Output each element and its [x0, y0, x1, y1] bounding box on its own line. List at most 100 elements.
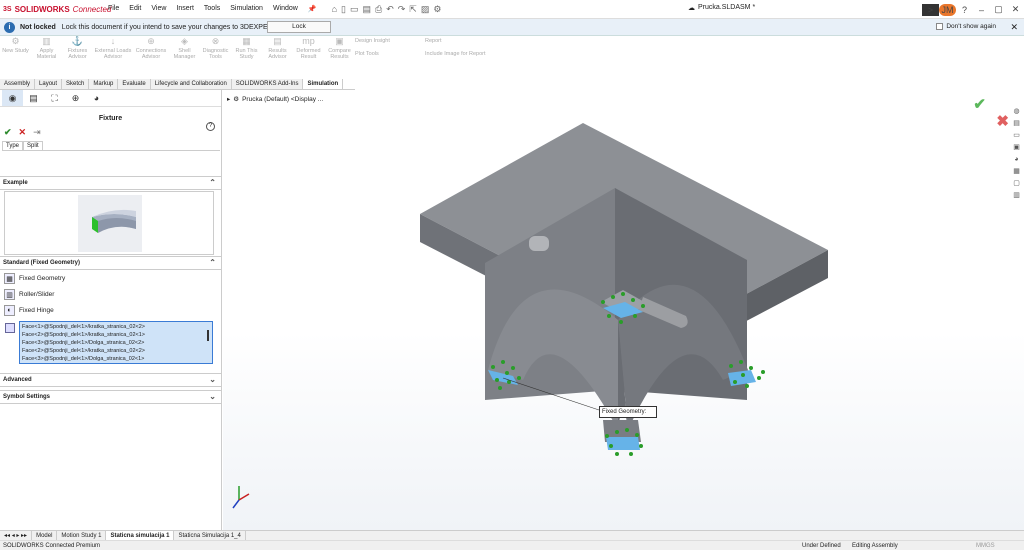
- dont-show-again[interactable]: Don't show again: [936, 23, 996, 30]
- connections-advisor-button[interactable]: ⊕ Connections Advisor: [133, 36, 169, 79]
- axis-triad: [232, 486, 250, 509]
- app-logo: 3S SOLIDWORKS Connected: [3, 5, 111, 14]
- print-icon[interactable]: ⎙: [375, 4, 382, 15]
- fixture-callout[interactable]: Fixed Geometry:: [599, 406, 657, 418]
- status-bar: SOLIDWORKS Connected Premium Under Defin…: [0, 540, 1024, 550]
- example-header: Example: [3, 180, 28, 186]
- apply-material-button[interactable]: ▥ Apply Material: [31, 36, 62, 79]
- command-tabs: Assembly Layout Sketch Markup Evaluate L…: [0, 79, 355, 90]
- undo-icon[interactable]: ↶: [386, 4, 394, 15]
- menu-view[interactable]: View: [146, 5, 171, 13]
- diagnostic-tools-button[interactable]: ⊗ Diagnostic Tools: [200, 36, 231, 79]
- tab-evaluate[interactable]: Evaluate: [118, 79, 151, 89]
- terminal-icon[interactable]: >: [922, 3, 939, 16]
- redo-icon[interactable]: ↷: [398, 4, 406, 15]
- options-icon[interactable]: ⚙: [433, 4, 441, 15]
- list-scrollbar[interactable]: [207, 330, 209, 341]
- tab-motion-study[interactable]: Motion Study 1: [57, 530, 107, 541]
- home-icon[interactable]: ⌂: [332, 4, 337, 15]
- pin-icon[interactable]: 📌: [303, 5, 322, 13]
- run-study-button[interactable]: ▦ Run This Study: [231, 36, 262, 79]
- tab-type[interactable]: Type: [2, 141, 24, 150]
- shell-manager-button[interactable]: ◈ Shell Manager: [169, 36, 200, 79]
- menu-edit[interactable]: Edit: [124, 5, 146, 13]
- pushpin-icon[interactable]: ⇥: [33, 127, 41, 138]
- tab-sketch[interactable]: Sketch: [62, 79, 90, 89]
- fixed-hinge-option[interactable]: ◐ Fixed Hinge: [4, 305, 54, 316]
- help-icon[interactable]: ?: [206, 122, 215, 131]
- quick-access: ⌂ ▯ ▭ ▤ ⎙ ↶ ↷ ⇱ ▨ ⚙: [332, 4, 442, 15]
- config-manager-icon[interactable]: ⛶: [44, 90, 65, 106]
- shell-icon: ◈: [181, 36, 188, 46]
- panel-tabs: ◉ ▤ ⛶ ⊕ ◕: [0, 90, 221, 107]
- faces-list[interactable]: Face<1>@Spodnji_del<1>/kratka_stranica_0…: [19, 321, 213, 364]
- minimize-button[interactable]: –: [973, 5, 990, 15]
- avatar[interactable]: JM: [939, 3, 956, 16]
- list-item[interactable]: Face<1>@Spodnji_del<1>/kratka_stranica_0…: [22, 323, 210, 331]
- tab-addins[interactable]: SOLIDWORKS Add-Ins: [231, 79, 304, 89]
- advanced-header: Advanced: [3, 377, 32, 383]
- dimxpert-icon[interactable]: ⊕: [65, 90, 86, 106]
- menu-insert[interactable]: Insert: [171, 5, 199, 13]
- run-icon: ▦: [242, 36, 251, 46]
- graphics-area[interactable]: ▸ ⚙ Prucka (Default) <Display ... ✔ ✖ ◍ …: [223, 90, 1024, 530]
- advanced-section[interactable]: Advanced ⌄: [0, 373, 221, 387]
- maximize-button[interactable]: ▢: [990, 4, 1007, 15]
- display-manager-icon[interactable]: ◕: [86, 90, 107, 106]
- model-view: [232, 123, 828, 509]
- ok-icon[interactable]: ✔: [4, 127, 12, 138]
- tab-split[interactable]: Split: [23, 141, 43, 150]
- save-icon[interactable]: ▤: [362, 4, 371, 15]
- list-item[interactable]: Face<2>@Spodnji_del<1>/kratka_stranica_0…: [22, 331, 210, 339]
- connection-icon: ⊕: [147, 36, 155, 46]
- report-button[interactable]: Report: [425, 38, 525, 44]
- tab-assembly[interactable]: Assembly: [0, 79, 36, 89]
- design-insight-button[interactable]: Design Insight: [355, 38, 421, 44]
- nav-arrows[interactable]: ◂◂ ◂ ▸ ▸▸: [0, 530, 33, 541]
- new-study-button[interactable]: ⚙ New Study: [0, 36, 31, 79]
- list-item[interactable]: Face<3>@Spodnji_del<1>/Dolga_stranica_02…: [22, 355, 210, 363]
- list-item[interactable]: Face<3>@Spodnji_del<1>/Dolga_stranica_02…: [22, 339, 210, 347]
- tab-simulation[interactable]: Simulation: [303, 79, 344, 89]
- results-advisor-button[interactable]: ▤ Results Advisor: [262, 36, 293, 79]
- feature-tree-icon[interactable]: ◉: [2, 90, 23, 106]
- compare-results-button[interactable]: ▣ Compare Results: [324, 36, 355, 79]
- diagnostic-icon: ⊗: [211, 36, 220, 46]
- example-section[interactable]: Example ⌃: [0, 176, 221, 190]
- symbol-settings-section[interactable]: Symbol Settings ⌄: [0, 390, 221, 404]
- tab-markup[interactable]: Markup: [89, 79, 119, 89]
- report-tools: Report Include Image for Report: [425, 36, 525, 79]
- deformed-result-button[interactable]: mp Deformed Result: [293, 36, 324, 79]
- menu-window[interactable]: Window: [268, 5, 303, 13]
- fixed-geometry-option[interactable]: ▦ Fixed Geometry: [4, 273, 65, 284]
- new-icon[interactable]: ▯: [341, 4, 346, 15]
- select-icon[interactable]: ⇱: [409, 4, 417, 15]
- tab-lifecycle[interactable]: Lifecycle and Collaboration: [150, 79, 232, 89]
- tab-static-study-1-4[interactable]: Staticna Simulacija 1_4: [174, 530, 246, 541]
- standard-section[interactable]: Standard (Fixed Geometry) ⌃: [0, 256, 221, 270]
- roller-slider-option[interactable]: ▥ Roller/Slider: [4, 289, 54, 300]
- help-icon[interactable]: ?: [956, 5, 973, 15]
- menu-tools[interactable]: Tools: [199, 5, 225, 13]
- menu-simulation[interactable]: Simulation: [225, 5, 268, 13]
- plot-tools-button[interactable]: Plot Tools: [355, 51, 421, 57]
- rebuild-icon[interactable]: ▨: [421, 4, 430, 15]
- tab-layout[interactable]: Layout: [35, 79, 63, 89]
- info-icon: i: [4, 21, 15, 33]
- deformed-icon: mp: [302, 36, 315, 46]
- list-item[interactable]: Face<2>@Spodnji_del<1>/kratka_stranica_0…: [22, 347, 210, 355]
- menu-file[interactable]: File: [103, 5, 124, 13]
- lock-button[interactable]: Lock: [267, 21, 331, 33]
- open-icon[interactable]: ▭: [350, 4, 359, 15]
- dont-show-checkbox[interactable]: [936, 23, 944, 30]
- external-loads-button[interactable]: ↓ External Loads Advisor: [93, 36, 133, 79]
- tab-static-study-1[interactable]: Staticna simulacija 1: [106, 530, 175, 541]
- close-icon[interactable]: ✕: [1010, 22, 1018, 33]
- close-button[interactable]: ✕: [1007, 4, 1024, 15]
- cancel-icon[interactable]: ✕: [19, 127, 27, 138]
- tab-model[interactable]: Model: [32, 530, 58, 541]
- include-image-button[interactable]: Include Image for Report: [425, 51, 525, 57]
- fixtures-advisor-button[interactable]: ⚓ Fixtures Advisor: [62, 36, 93, 79]
- property-manager-icon[interactable]: ▤: [23, 90, 44, 106]
- example-preview: [4, 191, 214, 255]
